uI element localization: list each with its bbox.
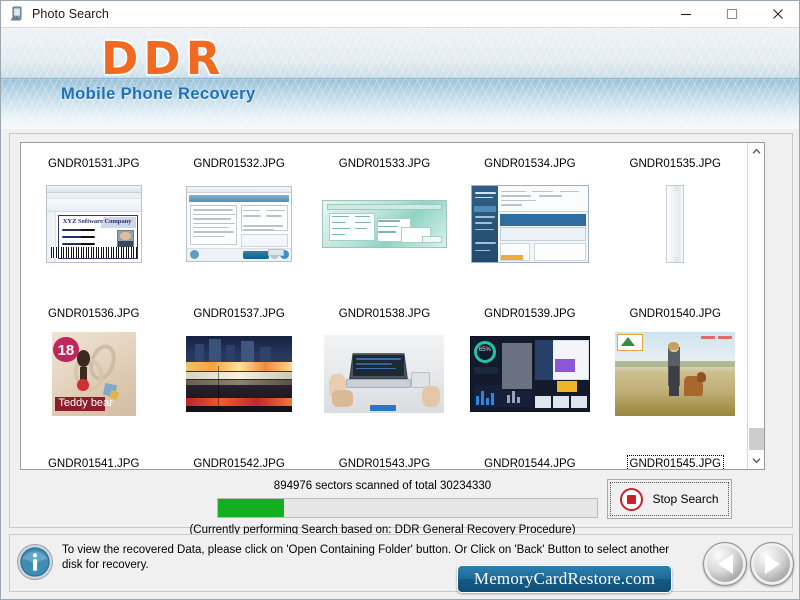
- thumbnail-label: GNDR01539.JPG: [484, 308, 576, 320]
- thumbnail-image: XYZ Software Company: [45, 185, 142, 263]
- scrollbar-thumb[interactable]: [749, 428, 764, 450]
- thumbnail-item[interactable]: GNDR01534.JPG: [457, 143, 602, 293]
- back-button[interactable]: [703, 542, 747, 586]
- thumbnail-image: 65%: [469, 336, 590, 412]
- thumbnail-item[interactable]: GNDR01541.JPG18Teddy bear: [21, 443, 166, 470]
- thumbnail-item[interactable]: GNDR01531.JPG XYZ Software Company: [21, 143, 166, 293]
- window-title: Photo Search: [32, 7, 109, 21]
- banner-subtitle: Mobile Phone Recovery: [61, 85, 256, 103]
- content-panel: GNDR01531.JPG XYZ Software Company GNDR015…: [9, 133, 793, 536]
- close-icon[interactable]: [755, 1, 799, 28]
- stop-icon: [620, 487, 644, 511]
- stop-search-label: Stop Search: [652, 492, 719, 506]
- thumbnail-preview: [166, 332, 311, 416]
- thumbnail-preview: [603, 332, 748, 416]
- thumbnail-scrollbar[interactable]: [747, 143, 764, 469]
- photo-search-window: Photo Search DDR Mobile Phone Recovery G…: [0, 0, 800, 600]
- thumbnail-label: GNDR01540.JPG: [629, 308, 721, 320]
- ddr-logo: DDR: [101, 32, 226, 85]
- thumbnail-preview: 18 Teddy bear: [21, 332, 166, 416]
- forward-arrow-icon: [764, 554, 780, 574]
- thumbnail-label: GNDR01538.JPG: [338, 308, 431, 320]
- thumbnail-label: GNDR01532.JPG: [193, 158, 285, 170]
- thumbnail-image: [186, 336, 293, 412]
- thumbnail-preview: [457, 182, 602, 266]
- window-controls: [663, 1, 799, 28]
- photo-search-app-icon: [9, 6, 25, 22]
- thumbnail-label: GNDR01541.JPG: [47, 458, 140, 470]
- chevron-up-icon[interactable]: [748, 143, 764, 160]
- back-arrow-icon: [717, 554, 733, 574]
- thumbnail-item[interactable]: GNDR01543.JPG: [312, 443, 457, 470]
- thumbnail-row: GNDR01536.JPG 18 Teddy bear GNDR01537.JPG GN…: [21, 293, 748, 443]
- thumbnail-row: GNDR01541.JPG18Teddy bear GNDR01542.JPG GN…: [21, 443, 748, 470]
- thumbnail-item[interactable]: GNDR01540.JPG: [603, 293, 748, 443]
- app-banner: DDR Mobile Phone Recovery: [1, 28, 799, 129]
- stop-search-button[interactable]: Stop Search: [607, 479, 732, 519]
- thumbnail-item[interactable]: GNDR01537.JPG: [166, 293, 311, 443]
- thumbnail-label: GNDR01536.JPG: [47, 308, 140, 320]
- thumbnail-list-panel[interactable]: GNDR01531.JPG XYZ Software Company GNDR015…: [20, 142, 765, 470]
- thumbnail-item[interactable]: GNDR01532.JPG: [166, 143, 311, 293]
- brand-label: MemoryCardRestore.com: [473, 569, 656, 588]
- thumbnail-preview: 65%: [457, 332, 602, 416]
- thumbnail-image: [615, 332, 736, 416]
- thumbnail-preview: [312, 182, 457, 266]
- scan-progress-fill: [218, 499, 285, 517]
- scan-progress-bar: [217, 498, 598, 518]
- thumbnail-preview: XYZ Software Company: [21, 182, 166, 266]
- thumbnail-grid: GNDR01531.JPG XYZ Software Company GNDR015…: [21, 143, 748, 470]
- thumbnail-item[interactable]: GNDR01545.JPG: [603, 443, 748, 470]
- thumbnail-preview: [603, 182, 748, 266]
- thumbnail-label: GNDR01533.JPG: [338, 158, 431, 170]
- thumbnail-image: [321, 200, 447, 248]
- thumbnail-preview: [166, 182, 311, 266]
- thumbnail-item[interactable]: GNDR01536.JPG 18 Teddy bear: [21, 293, 166, 443]
- thumbnail-label: GNDR01537.JPG: [193, 308, 285, 320]
- thumbnail-item[interactable]: GNDR01538.JPG: [312, 293, 457, 443]
- info-icon: [16, 543, 54, 581]
- thumbnail-image: [186, 186, 293, 262]
- thumbnail-label: GNDR01542.JPG: [193, 458, 285, 470]
- chevron-down-icon[interactable]: [748, 452, 764, 469]
- footer-bar: To view the recovered Data, please click…: [9, 534, 794, 593]
- thumbnail-row: GNDR01531.JPG XYZ Software Company GNDR015…: [21, 143, 748, 293]
- thumbnail-preview: [312, 332, 457, 416]
- brand-badge: MemoryCardRestore.com: [457, 565, 672, 593]
- forward-button[interactable]: [750, 542, 794, 586]
- maximize-icon[interactable]: [709, 1, 755, 28]
- thumbnail-item[interactable]: GNDR01535.JPG: [603, 143, 748, 293]
- thumbnail-label: GNDR01534.JPG: [484, 158, 576, 170]
- thumbnail-image: 18 Teddy bear: [51, 332, 136, 416]
- thumbnail-item[interactable]: GNDR01539.JPG 65%: [457, 293, 602, 443]
- thumbnail-item[interactable]: GNDR01533.JPG: [312, 143, 457, 293]
- thumbnail-image: [470, 185, 589, 263]
- thumbnail-label: GNDR01543.JPG: [338, 458, 431, 470]
- thumbnail-label: GNDR01535.JPG: [629, 158, 721, 170]
- thumbnail-label: GNDR01531.JPG: [47, 158, 140, 170]
- minimize-icon[interactable]: [663, 1, 709, 28]
- title-bar: Photo Search: [1, 1, 799, 28]
- thumbnail-image: [324, 335, 445, 413]
- thumbnail-label: GNDR01545.JPG: [626, 455, 724, 470]
- thumbnail-image: [666, 185, 685, 263]
- thumbnail-item[interactable]: GNDR01544.JPG65%: [457, 443, 602, 470]
- thumbnail-item[interactable]: GNDR01542.JPG: [166, 443, 311, 470]
- thumbnail-label: GNDR01544.JPG: [484, 458, 576, 470]
